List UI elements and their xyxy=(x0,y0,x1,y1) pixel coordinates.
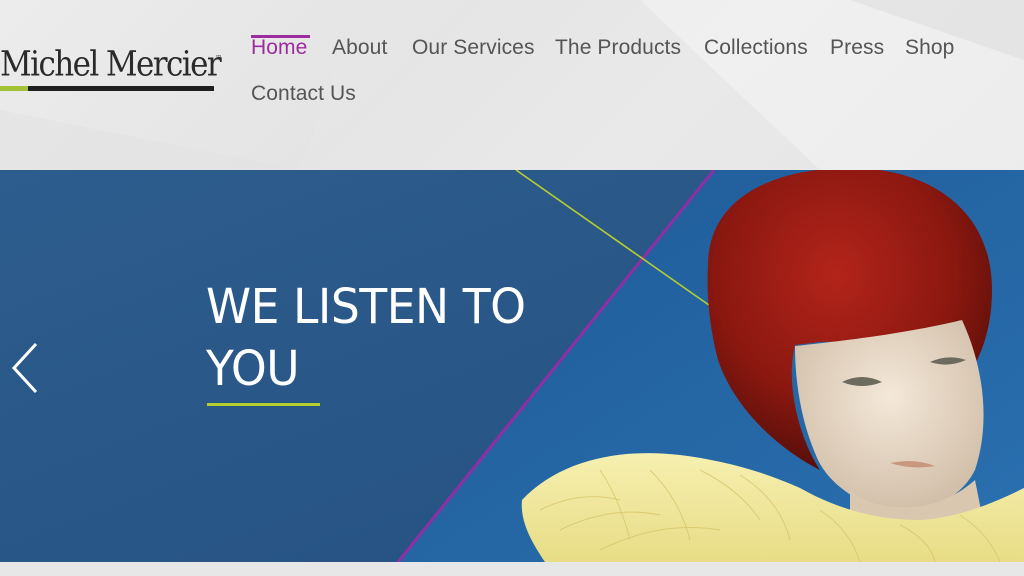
brand-logo[interactable]: Michel Mercier ™ xyxy=(0,44,224,96)
nav-item-the-products[interactable]: The Products xyxy=(555,36,681,60)
page-bottom-strip xyxy=(0,562,1024,576)
hero-slider: WE LISTEN TO YOU xyxy=(0,170,1024,562)
brand-logo-text: Michel Mercier xyxy=(0,44,222,85)
hero-headline-underline xyxy=(207,403,320,406)
nav-item-press[interactable]: Press xyxy=(830,36,884,60)
chevron-left-icon xyxy=(11,342,38,394)
hero-headline: WE LISTEN TO YOU xyxy=(206,279,526,397)
nav-item-our-services[interactable]: Our Services xyxy=(412,36,535,60)
nav-item-shop[interactable]: Shop xyxy=(905,36,954,60)
slider-prev-button[interactable] xyxy=(8,338,44,398)
nav-item-home[interactable]: Home xyxy=(251,35,311,60)
brand-logo-bar xyxy=(0,86,214,91)
nav-item-contact-us[interactable]: Contact Us xyxy=(251,82,356,106)
brand-logo-accent xyxy=(0,86,28,91)
nav-item-about[interactable]: About xyxy=(332,36,387,60)
brand-trademark: ™ xyxy=(215,54,222,62)
nav-item-collections[interactable]: Collections xyxy=(704,36,808,60)
site-header: Michel Mercier ™ Home About Our Services… xyxy=(0,0,1024,170)
